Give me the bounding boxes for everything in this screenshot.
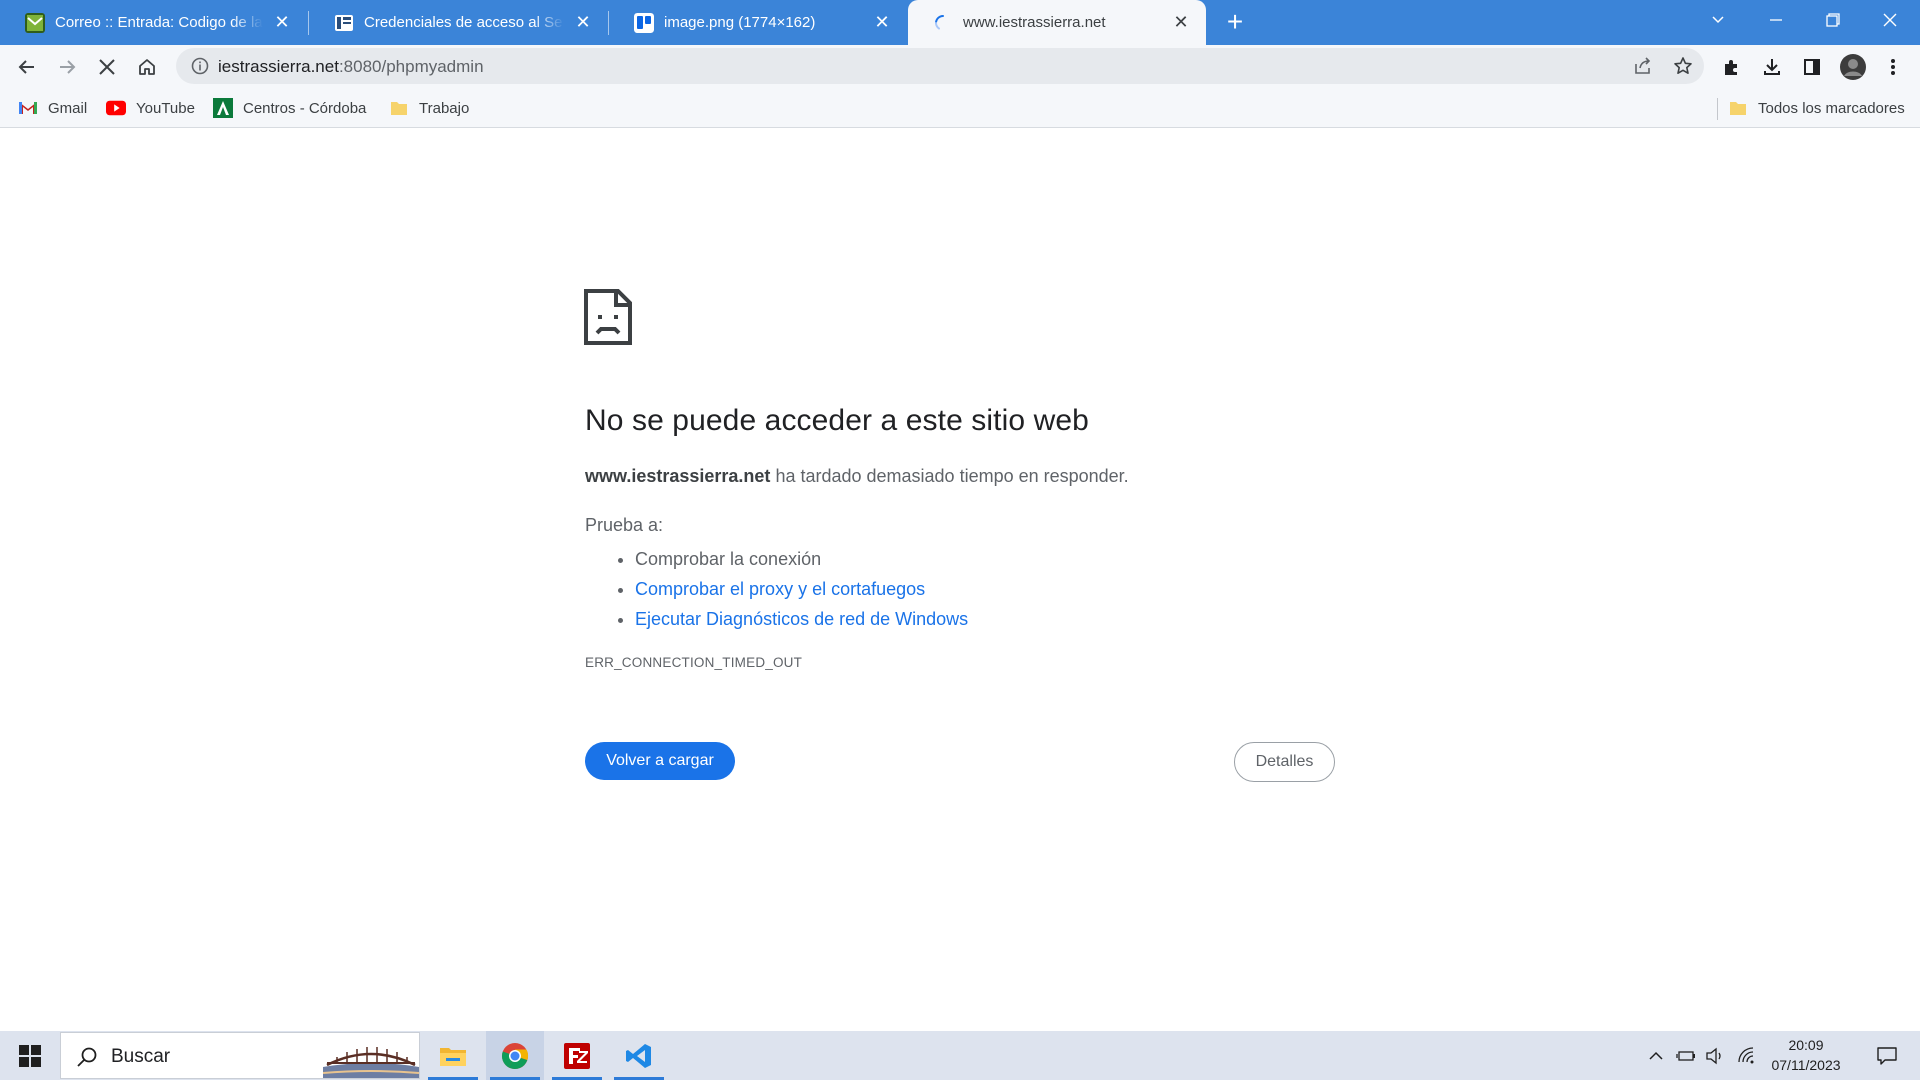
side-panel-icon[interactable] bbox=[1795, 50, 1829, 84]
taskbar-file-explorer[interactable] bbox=[424, 1031, 482, 1080]
all-bookmarks-label: Todos los marcadores bbox=[1758, 99, 1905, 117]
bookmark-label: YouTube bbox=[136, 99, 195, 117]
run-diagnostics-link[interactable]: Ejecutar Diagnósticos de red de Windows bbox=[635, 609, 968, 629]
trello-icon bbox=[634, 12, 654, 33]
arrow-left-icon bbox=[18, 60, 34, 74]
bookmark-label: Gmail bbox=[48, 99, 88, 117]
volume-icon[interactable] bbox=[1700, 1031, 1730, 1080]
forward-button[interactable] bbox=[50, 50, 84, 84]
bookmarks-separator bbox=[1717, 98, 1718, 120]
clock-date: 07/11/2023 bbox=[1771, 1057, 1841, 1073]
windows-taskbar: Buscar 20:09 07/11/2023 bbox=[0, 1031, 1920, 1080]
gmail-icon bbox=[18, 98, 38, 118]
tab-title: Credenciales de acceso al Servidor bbox=[364, 14, 564, 31]
start-button[interactable] bbox=[0, 1031, 60, 1080]
close-icon[interactable]: ✕ bbox=[1170, 12, 1192, 34]
tab-search-chevron-icon[interactable] bbox=[1690, 0, 1746, 40]
tab-credenciales[interactable]: Credenciales de acceso al Servidor ✕ bbox=[309, 0, 608, 45]
suggestion-text: Comprobar la conexión bbox=[635, 549, 822, 569]
url-text[interactable]: iestrassierra.net:8080/phpmyadmin bbox=[218, 57, 484, 77]
share-icon[interactable] bbox=[1628, 51, 1658, 81]
taskbar-chrome[interactable] bbox=[486, 1031, 544, 1080]
address-bar[interactable]: iestrassierra.net:8080/phpmyadmin bbox=[176, 48, 1704, 84]
home-button[interactable] bbox=[130, 50, 164, 84]
arrow-right-icon bbox=[60, 60, 76, 74]
junta-andalucia-icon bbox=[213, 98, 233, 118]
youtube-icon bbox=[106, 98, 126, 118]
sad-page-icon bbox=[584, 289, 632, 345]
bookmark-label: Centros - Córdoba bbox=[243, 99, 367, 117]
menu-kebab-icon[interactable] bbox=[1876, 50, 1910, 84]
bookmark-centros-cordoba[interactable]: Centros - Córdoba bbox=[213, 95, 366, 121]
restore-button[interactable] bbox=[1805, 0, 1861, 40]
battery-icon[interactable] bbox=[1672, 1031, 1700, 1080]
error-page: No se puede acceder a este sitio web www… bbox=[0, 128, 1920, 1031]
file-explorer-icon bbox=[440, 1047, 466, 1066]
notifications-icon[interactable] bbox=[1862, 1031, 1912, 1080]
error-description-text: ha tardado demasiado tiempo en responder… bbox=[770, 466, 1129, 486]
check-proxy-link[interactable]: Comprobar el proxy y el cortafuegos bbox=[635, 579, 925, 599]
error-host: www.iestrassierra.net bbox=[585, 466, 771, 486]
reload-button[interactable]: Volver a cargar bbox=[585, 742, 735, 780]
new-tab-button[interactable]: + bbox=[1220, 8, 1250, 38]
extensions-icon[interactable] bbox=[1714, 50, 1748, 84]
tab-title: Correo :: Entrada: Codigo de la asignatu… bbox=[55, 14, 263, 31]
home-icon bbox=[139, 59, 155, 75]
bookmarks-bar: Gmail YouTube Centros - Córdoba Trabajo … bbox=[0, 87, 1920, 128]
bookmark-gmail[interactable]: Gmail bbox=[18, 95, 87, 121]
bookmark-trabajo[interactable]: Trabajo bbox=[389, 95, 469, 121]
tab-image-png[interactable]: image.png (1774×162) ✕ bbox=[609, 0, 907, 45]
suggestion-check-connection: Comprobar la conexión bbox=[635, 544, 968, 574]
tab-title: www.iestrassierra.net bbox=[963, 14, 1106, 31]
roundcube-mail-icon bbox=[25, 12, 45, 33]
show-hidden-icons-chevron-icon[interactable] bbox=[1642, 1031, 1670, 1080]
info-icon[interactable] bbox=[190, 56, 210, 76]
moodle-document-icon bbox=[335, 14, 353, 31]
minimize-button[interactable] bbox=[1748, 0, 1804, 40]
bookmark-label: Trabajo bbox=[419, 99, 470, 117]
suggestions-list: Comprobar la conexión Comprobar el proxy… bbox=[635, 544, 968, 634]
close-icon[interactable]: ✕ bbox=[271, 12, 293, 34]
tab-correo[interactable]: Correo :: Entrada: Codigo de la asignatu… bbox=[0, 0, 307, 45]
profile-avatar[interactable] bbox=[1836, 50, 1870, 84]
back-button[interactable] bbox=[10, 50, 44, 84]
taskbar-clock[interactable]: 20:09 07/11/2023 bbox=[1758, 1035, 1854, 1075]
taskbar-filezilla[interactable] bbox=[548, 1031, 606, 1080]
folder-icon bbox=[389, 98, 409, 118]
download-icon[interactable] bbox=[1755, 50, 1789, 84]
error-description: www.iestrassierra.net ha tardado demasia… bbox=[585, 466, 1129, 487]
bookmark-star-icon[interactable] bbox=[1668, 51, 1698, 81]
windows-logo-icon bbox=[19, 1044, 41, 1067]
stop-loading-button[interactable] bbox=[90, 50, 124, 84]
vscode-icon bbox=[626, 1043, 651, 1068]
try-label: Prueba a: bbox=[585, 515, 664, 535]
details-button[interactable]: Detalles bbox=[1234, 742, 1335, 782]
close-window-button[interactable] bbox=[1862, 0, 1918, 40]
filezilla-icon bbox=[564, 1042, 590, 1069]
close-icon[interactable]: ✕ bbox=[572, 12, 594, 34]
tab-title: image.png (1774×162) bbox=[664, 14, 816, 31]
error-title: No se puede acceder a este sitio web bbox=[585, 404, 1089, 437]
close-icon[interactable]: ✕ bbox=[871, 12, 893, 34]
suggestion-run-diagnostics[interactable]: Ejecutar Diagnósticos de red de Windows bbox=[635, 604, 968, 634]
url-host: iestrassierra.net bbox=[218, 57, 339, 76]
clock-time: 20:09 bbox=[1788, 1037, 1824, 1053]
search-placeholder: Buscar bbox=[111, 1046, 171, 1067]
all-bookmarks-button[interactable]: Todos los marcadores bbox=[1728, 95, 1905, 121]
folder-icon bbox=[1728, 98, 1748, 118]
url-path: :8080/phpmyadmin bbox=[338, 57, 484, 76]
search-highlight-bridge-image bbox=[323, 1033, 419, 1078]
taskbar-vscode[interactable] bbox=[610, 1031, 668, 1080]
tab-strip: Correo :: Entrada: Codigo de la asignatu… bbox=[0, 0, 1920, 45]
chrome-icon bbox=[501, 1042, 529, 1069]
taskbar-search[interactable]: Buscar bbox=[60, 1032, 420, 1079]
stop-x-icon bbox=[99, 59, 115, 75]
bookmark-youtube[interactable]: YouTube bbox=[106, 95, 195, 121]
error-code: ERR_CONNECTION_TIMED_OUT bbox=[585, 655, 803, 670]
search-icon bbox=[77, 1047, 97, 1067]
suggestion-check-proxy[interactable]: Comprobar el proxy y el cortafuegos bbox=[635, 574, 968, 604]
loading-spinner-icon bbox=[935, 14, 944, 29]
tab-iestrassierra-active[interactable]: www.iestrassierra.net ✕ bbox=[908, 0, 1206, 45]
browser-toolbar: iestrassierra.net:8080/phpmyadmin bbox=[0, 45, 1920, 87]
